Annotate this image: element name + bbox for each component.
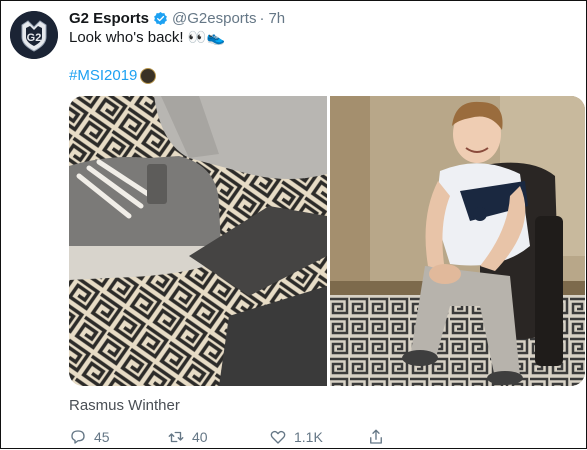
tweet-text: Look who's back! 👀👟 <box>69 29 226 46</box>
svg-text:G2: G2 <box>27 32 42 44</box>
share-icon <box>370 429 382 444</box>
tweet-header: G2 Esports @G2esports · 7h <box>69 8 285 28</box>
reply-button[interactable]: 45 <box>69 428 110 446</box>
avatar[interactable]: G2 <box>10 11 58 59</box>
share-button[interactable] <box>367 428 392 446</box>
separator-dot: · <box>259 9 265 27</box>
like-count: 1.1K <box>294 429 323 445</box>
like-button[interactable]: 1.1K <box>269 428 323 446</box>
photo-player[interactable] <box>330 96 585 386</box>
timestamp[interactable]: 7h <box>268 10 285 27</box>
msi-badge-icon <box>140 67 157 84</box>
handle[interactable]: @G2esports <box>172 10 256 27</box>
hashtag-link[interactable]: #MSI2019 <box>69 67 137 84</box>
hashtag-line: #MSI2019 <box>69 67 157 84</box>
verified-badge-icon <box>154 11 167 25</box>
retweet-icon <box>168 431 184 443</box>
like-icon <box>270 430 286 444</box>
reply-icon <box>71 430 85 444</box>
retweet-count: 40 <box>192 429 208 445</box>
display-name[interactable]: G2 Esports <box>69 10 149 27</box>
retweet-button[interactable]: 40 <box>167 428 208 446</box>
tweet-actions: 45 40 1.1K <box>69 428 587 450</box>
tweet-card: G2 G2 Esports @G2esports · 7h Look who's… <box>0 0 587 449</box>
photo-shoe[interactable] <box>69 96 327 386</box>
media-grid <box>69 96 585 386</box>
g2-logo-icon: G2 <box>10 11 58 59</box>
reply-count: 45 <box>94 429 110 445</box>
image-caption[interactable]: Rasmus Winther <box>69 397 180 414</box>
